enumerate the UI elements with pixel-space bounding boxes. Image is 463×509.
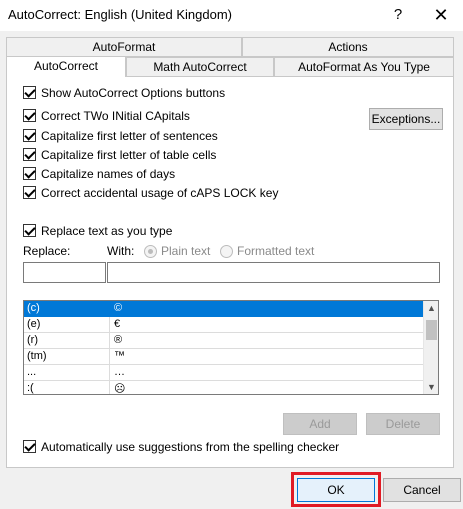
help-button[interactable]: ?: [384, 4, 412, 26]
list-item-from: (c): [27, 302, 40, 314]
capitalize-table-cells-checkbox[interactable]: [23, 148, 36, 161]
list-item-to: €: [114, 318, 121, 330]
capitalize-table-cells-label: Capitalize first letter of table cells: [41, 148, 217, 162]
list-item-from: (r): [27, 334, 38, 346]
close-button[interactable]: ✕: [426, 4, 456, 26]
list-item-to: ☹: [114, 383, 126, 395]
caps-lock-label: Correct accidental usage of cAPS LOCK ke…: [41, 186, 279, 200]
capitalize-sentences-checkbox[interactable]: [23, 129, 36, 142]
column-divider: [109, 317, 110, 394]
cancel-button[interactable]: Cancel: [383, 478, 461, 502]
capitalize-days-checkbox[interactable]: [23, 167, 36, 180]
exceptions-button[interactable]: Exceptions...: [369, 108, 443, 130]
replace-label: Replace:: [23, 244, 71, 258]
list-item-from: ...: [27, 366, 37, 378]
with-input[interactable]: [107, 262, 440, 283]
list-item[interactable]: :( ☹: [24, 381, 423, 395]
correct-two-initial-checkbox[interactable]: [23, 109, 36, 122]
formatted-text-radio[interactable]: [220, 245, 233, 258]
show-options-label: Show AutoCorrect Options buttons: [41, 86, 226, 100]
show-options-checkbox[interactable]: [23, 86, 36, 99]
capitalize-days-label: Capitalize names of days: [41, 167, 176, 181]
delete-button[interactable]: Delete: [366, 413, 440, 435]
add-button[interactable]: Add: [283, 413, 357, 435]
list-item-from: (tm): [27, 350, 47, 362]
replace-as-you-type-label: Replace text as you type: [41, 224, 173, 238]
list-scrollbar[interactable]: ▲ ▼: [423, 301, 438, 394]
with-label: With:: [107, 244, 135, 258]
list-item[interactable]: (tm) ™: [24, 349, 423, 365]
tab-math-autocorrect[interactable]: Math AutoCorrect: [126, 57, 274, 77]
list-item-to: ©: [114, 302, 123, 314]
list-item-to: ®: [114, 334, 123, 346]
list-item-from: :(: [27, 382, 34, 394]
scroll-down-icon[interactable]: ▼: [424, 380, 438, 394]
scroll-up-icon[interactable]: ▲: [424, 301, 438, 315]
list-item-to: ™: [114, 350, 125, 362]
capitalize-sentences-label: Capitalize first letter of sentences: [41, 129, 218, 143]
list-item[interactable]: ... …: [24, 365, 423, 381]
list-item[interactable]: (r) ®: [24, 333, 423, 349]
scroll-thumb[interactable]: [426, 320, 437, 340]
formatted-text-label: Formatted text: [237, 244, 315, 258]
tab-autocorrect[interactable]: AutoCorrect: [6, 56, 126, 77]
correct-two-initial-label: Correct TWo INitial CApitals: [41, 109, 190, 123]
tab-actions[interactable]: Actions: [242, 37, 454, 57]
auto-suggestions-checkbox[interactable]: [23, 440, 36, 453]
list-item[interactable]: (c) ©: [24, 301, 423, 317]
auto-suggestions-label: Automatically use suggestions from the s…: [41, 440, 340, 454]
replace-input[interactable]: [23, 262, 106, 283]
list-item-to: …: [114, 366, 125, 378]
ok-highlight-box: [291, 472, 381, 507]
list-item[interactable]: (e) €: [24, 317, 423, 333]
plain-text-label: Plain text: [161, 244, 211, 258]
caps-lock-checkbox[interactable]: [23, 186, 36, 199]
replacement-list[interactable]: (c) © (e) € (r) ® (tm) ™ ... … :( ☹ ▲ ▼: [23, 300, 439, 395]
tab-autoformat[interactable]: AutoFormat: [6, 37, 242, 57]
list-item-from: (e): [27, 318, 41, 330]
replace-as-you-type-checkbox[interactable]: [23, 224, 36, 237]
tab-autoformat-as-you-type[interactable]: AutoFormat As You Type: [274, 57, 454, 77]
plain-text-radio[interactable]: [144, 245, 157, 258]
window-title: AutoCorrect: English (United Kingdom): [8, 7, 232, 22]
